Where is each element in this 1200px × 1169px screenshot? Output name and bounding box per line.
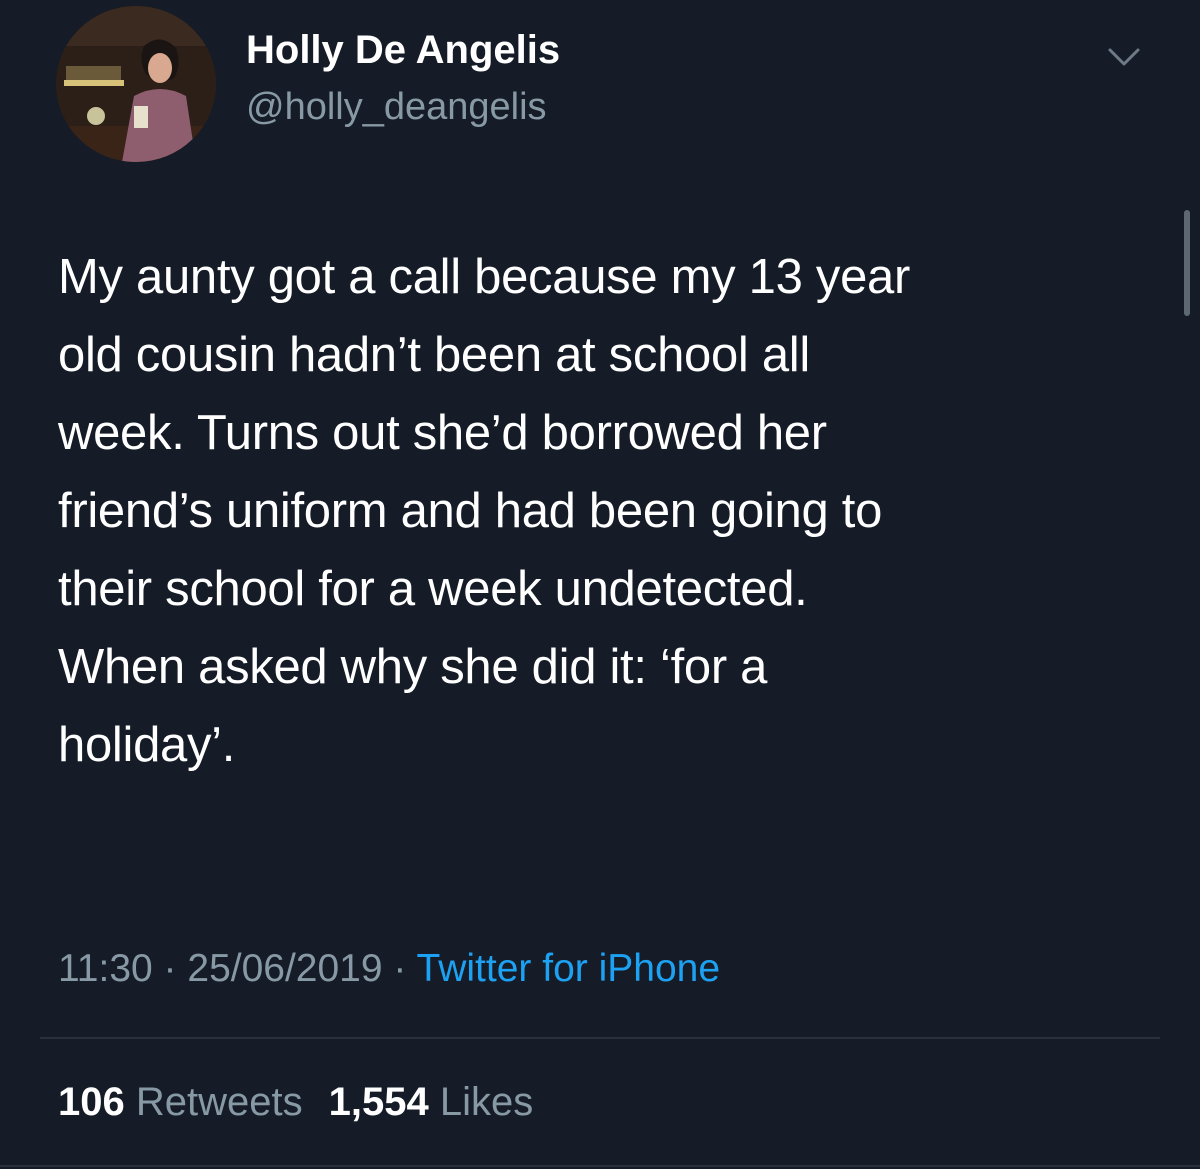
retweets-count: 106 [58, 1080, 125, 1124]
chevron-down-icon[interactable] [1106, 42, 1142, 72]
retweets-label: Retweets [135, 1080, 303, 1124]
retweets-stat[interactable]: 106 Retweets [58, 1080, 303, 1124]
tweet-text-line: friend’s uniform and had been going to [58, 484, 883, 538]
tweet-text-line: When asked why she did it: ‘for a [58, 640, 768, 694]
divider [40, 1037, 1160, 1039]
tweet-detail: Holly De Angelis @holly_deangelis My aun… [0, 0, 1200, 1169]
tweet-text-line: week. Turns out she’d borrowed her [58, 406, 827, 460]
likes-stat[interactable]: 1,554 Likes [329, 1080, 534, 1124]
likes-count: 1,554 [328, 1080, 429, 1124]
tweet-text-line: holiday’. [58, 718, 236, 772]
scrollbar[interactable] [1184, 210, 1190, 316]
tweet-text-line: their school for a week undetected. [58, 562, 808, 616]
tweet-stats: 106 Retweets 1,554 Likes [58, 1080, 533, 1125]
tweet-text-line: old cousin hadn’t been at school all [58, 328, 810, 382]
tweet-text: My aunty got a call because my 13 year o… [58, 238, 1168, 784]
likes-label: Likes [439, 1080, 534, 1124]
avatar-photo-icon [56, 6, 216, 162]
user-handle[interactable]: @holly_deangelis [246, 86, 547, 129]
divider [0, 1165, 1200, 1167]
tweet-meta: 11:30 · 25/06/2019 · Twitter for iPhone [58, 947, 720, 991]
meta-separator: · [382, 947, 417, 990]
meta-separator: · [152, 947, 188, 990]
display-name[interactable]: Holly De Angelis [246, 28, 560, 73]
tweet-text-line: My aunty got a call because my 13 year [58, 250, 910, 304]
avatar[interactable] [56, 6, 216, 162]
tweet-date[interactable]: 25/06/2019 [187, 947, 382, 990]
tweet-source-link[interactable]: Twitter for iPhone [417, 947, 720, 990]
tweet-time[interactable]: 11:30 [58, 947, 153, 990]
